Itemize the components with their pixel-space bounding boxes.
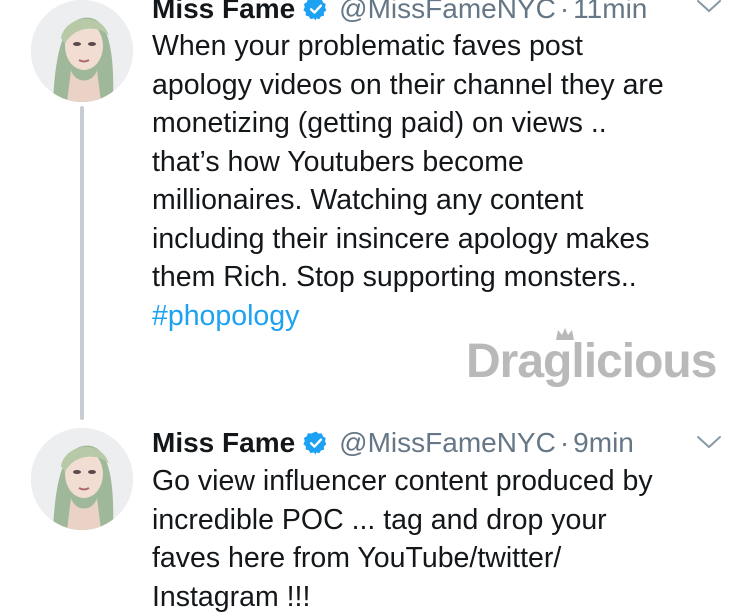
- verified-badge-icon: [303, 0, 329, 22]
- tweet-header: Miss Fame @MissFameNYC · 11min: [152, 0, 647, 29]
- display-name[interactable]: Miss Fame: [152, 427, 295, 459]
- avatar[interactable]: [31, 428, 133, 530]
- timestamp[interactable]: 9min: [573, 427, 634, 459]
- avatar-image: [31, 0, 133, 102]
- separator-dot: ·: [560, 427, 569, 459]
- tweet-text-line: monetizing (getting paid) on views ..: [152, 104, 732, 143]
- watermark-logo: Draglicious: [466, 326, 716, 396]
- chevron-down-icon[interactable]: [696, 0, 722, 14]
- user-handle[interactable]: @MissFameNYC: [339, 427, 556, 459]
- thread-connector-line: [80, 106, 84, 420]
- user-handle[interactable]: @MissFameNYC: [339, 0, 556, 25]
- tweet-text-line: that’s how Youtubers become: [152, 143, 732, 182]
- avatar[interactable]: [31, 0, 133, 102]
- chevron-down-icon[interactable]: [696, 434, 722, 450]
- tweet-text: When your problematic faves post apology…: [152, 27, 732, 335]
- timestamp[interactable]: 11min: [573, 0, 647, 25]
- tweet-text-line: apology videos on their channel they are: [152, 66, 732, 105]
- tweet-text-line: When your problematic faves post: [152, 27, 732, 66]
- separator-dot: ·: [560, 0, 569, 25]
- tweet-text: Go view influencer content produced by i…: [152, 462, 732, 616]
- tweet-text-line: millionaires. Watching any content: [152, 181, 732, 220]
- watermark-text: Draglicious: [466, 334, 716, 389]
- tweet-text-line: them Rich. Stop supporting monsters..: [152, 258, 732, 297]
- verified-badge-icon: [303, 430, 329, 456]
- tweet-text-line: including their insincere apology makes: [152, 220, 732, 259]
- display-name[interactable]: Miss Fame: [152, 0, 295, 25]
- tweet-text-line: Go view influencer content produced by: [152, 462, 732, 501]
- tweet-header: Miss Fame @MissFameNYC · 9min: [152, 423, 634, 463]
- tweet-text-line: Instagram !!!: [152, 578, 732, 616]
- avatar-image: [31, 428, 133, 530]
- tweet-text-line: incredible POC ... tag and drop your: [152, 501, 732, 540]
- tweet-text-line: faves here from YouTube/twitter/: [152, 539, 732, 578]
